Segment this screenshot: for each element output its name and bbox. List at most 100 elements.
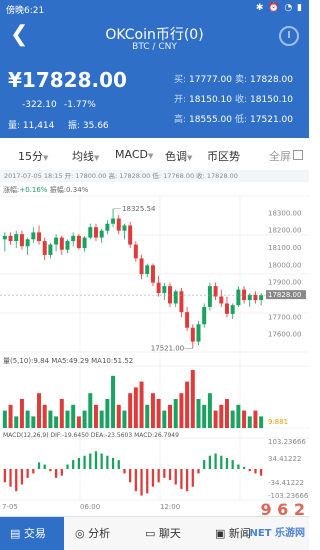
high-label: 18325.54 xyxy=(122,205,156,213)
macd-bar xyxy=(100,453,103,469)
tab-theme[interactable]: 色调▼ xyxy=(165,148,192,164)
candle-body xyxy=(224,303,229,314)
watermark-logo: 9 6 2 xyxy=(260,500,305,519)
macd-bar xyxy=(72,460,75,469)
candle-body xyxy=(82,237,87,248)
volume-bar xyxy=(82,410,87,428)
tab-ma[interactable]: 均线▼ xyxy=(72,148,99,164)
candle-body xyxy=(179,291,184,313)
header: ❮ OKCoin币行(0) BTC / CNY xyxy=(0,18,309,62)
macd-bar xyxy=(174,469,177,485)
volume-bar xyxy=(133,387,138,428)
candle-body xyxy=(185,312,190,328)
page-title[interactable]: OKCoin币行(0) xyxy=(0,24,309,44)
volume-tick-label: 9.881 xyxy=(268,418,288,426)
candle-body xyxy=(168,286,173,304)
macd-bar xyxy=(220,455,223,469)
status-time: 傍晚6:21 xyxy=(6,6,45,16)
macd-bar xyxy=(66,464,69,469)
macd-bar xyxy=(106,455,109,469)
macd-bar xyxy=(225,457,229,469)
volume-bar xyxy=(14,416,19,428)
candle-body xyxy=(207,286,212,307)
macd-bar xyxy=(185,469,189,492)
macd-bar xyxy=(54,469,58,478)
price-tick-label: 18300.00 xyxy=(268,209,301,217)
low-label: 17521.00 xyxy=(151,344,184,352)
volume-bar xyxy=(25,410,30,428)
price-change-pct: -1.77% xyxy=(64,100,96,110)
pair-subtitle: BTC / CNY xyxy=(132,42,177,52)
volume-bar xyxy=(93,404,98,428)
candle-body xyxy=(59,237,64,250)
macd-bar xyxy=(151,469,155,487)
volume-bar xyxy=(168,404,173,428)
fullscreen-icon[interactable] xyxy=(293,150,303,160)
macd-bar xyxy=(254,469,257,474)
volume-bar xyxy=(185,381,190,428)
price-change: -322.10 xyxy=(22,100,57,110)
nav-trade[interactable]: ▤ 交易 xyxy=(0,517,64,550)
volume-bar xyxy=(71,404,76,428)
macd-bar xyxy=(231,460,234,469)
macd-tick-label: 103.23666 xyxy=(268,438,306,446)
volume-bar xyxy=(48,410,53,428)
tab-interval[interactable]: 15分▼ xyxy=(18,148,48,164)
volume-bar xyxy=(122,410,127,428)
candle-body xyxy=(76,235,81,248)
candle-body xyxy=(196,324,201,342)
candle-body xyxy=(202,306,207,325)
macd-bar xyxy=(248,469,251,472)
volume-bar xyxy=(65,410,70,428)
candle-body xyxy=(48,244,53,255)
candle-body xyxy=(88,227,93,238)
price-tick-label: 17600.00 xyxy=(268,331,301,339)
candle-body xyxy=(247,294,252,300)
candle-body xyxy=(173,291,178,304)
volume-bar xyxy=(111,375,116,428)
volume-bar xyxy=(230,410,235,428)
macd-bar xyxy=(140,469,143,496)
price-tick-label: 18000.00 xyxy=(268,261,301,269)
volume-bar xyxy=(247,416,252,428)
fullscreen-button[interactable]: 全屏 xyxy=(269,148,291,164)
candle-body xyxy=(105,223,110,231)
quote-grid: 买: 17777.00 卖: 17828.00 开: 18150.10 收: 18150.1… xyxy=(174,70,293,130)
price-panel: ¥17828.00 -322.10 -1.77% 量: 11,414 振: 35… xyxy=(0,62,309,138)
volume-legend: 量(5,10):9.84 MA5:49.29 MA10:51.52 xyxy=(3,357,134,365)
status-bar: 傍晚6:21 ✱ ⏰ ◔ ▮ xyxy=(0,0,309,18)
volume-bar xyxy=(54,416,59,428)
macd-bar xyxy=(242,466,246,469)
candle-body xyxy=(8,235,13,242)
tab-macd[interactable]: MACD▼ xyxy=(115,148,153,161)
volume-bar xyxy=(236,404,241,428)
macd-bar xyxy=(146,469,149,494)
kline-chart[interactable]: 18300.00 18200.00 18100.00 18000.00 17900.00… xyxy=(0,182,309,512)
volume-bar xyxy=(99,410,104,428)
volume-bar xyxy=(179,393,184,428)
candle-body xyxy=(99,230,104,238)
macd-bar xyxy=(168,469,172,481)
candle-body xyxy=(54,237,59,245)
macd-bar xyxy=(191,469,194,487)
macd-tick-label: 34.41222 xyxy=(268,455,301,463)
watermark-domain: .NET 乐游网 xyxy=(245,528,305,539)
candle-body xyxy=(259,295,264,300)
candle-body xyxy=(230,305,235,314)
nav-chat[interactable]: ▭ 聊天 xyxy=(145,517,205,550)
timer-icon[interactable] xyxy=(279,26,299,46)
candle-body xyxy=(145,265,150,274)
macd-bar xyxy=(157,469,160,483)
macd-bar xyxy=(129,469,132,483)
quote-row: 高: 18555.00 低: 17521.00 xyxy=(174,115,293,125)
price-tick-label: 18200.00 xyxy=(268,227,301,235)
volume-bar xyxy=(213,410,218,428)
nav-analysis[interactable]: ◎ 分析 xyxy=(75,517,135,550)
volume-bar xyxy=(145,404,150,428)
time-tick-label: 7-05 xyxy=(2,503,18,511)
price-tick-label: 17828.00 xyxy=(268,291,301,299)
amplitude: 振: 35.66 xyxy=(68,121,109,131)
candle-body xyxy=(42,241,47,255)
tab-trend[interactable]: 币区势 xyxy=(207,148,240,164)
candle-body xyxy=(19,234,24,247)
